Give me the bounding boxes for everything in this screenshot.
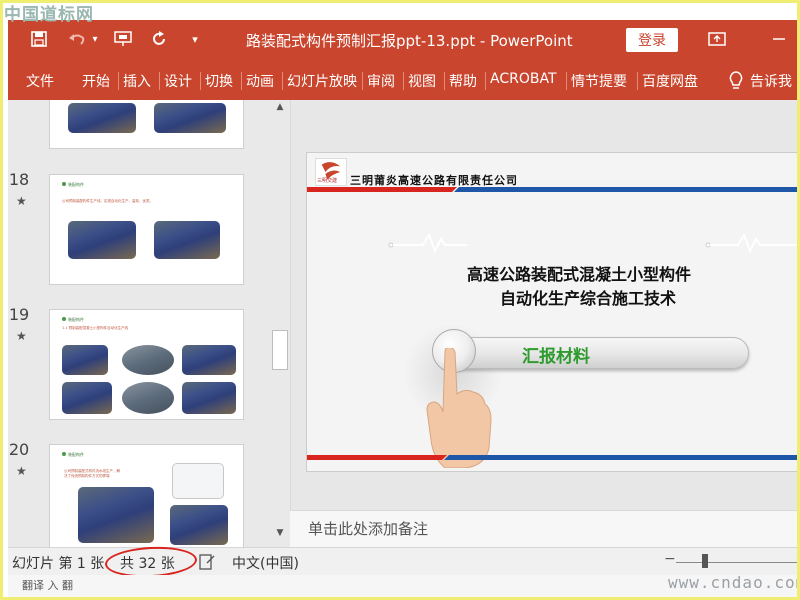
hand-icon: [426, 348, 492, 468]
thumbnail-photo: [170, 505, 228, 545]
scrollbar-thumb[interactable]: [272, 330, 288, 370]
thumbnail-photo: [62, 382, 112, 414]
company-name: 三明莆炎高速公路有限责任公司: [350, 174, 518, 187]
current-slide[interactable]: 三明交建 三明莆炎高速公路有限责任公司 高速公路装配式混凝土小型构件 自动化生产…: [306, 152, 800, 472]
header-stripe: [307, 187, 799, 192]
thumbnail-photo: [78, 487, 154, 543]
logo-text: 三明交建: [317, 178, 338, 184]
tab-home[interactable]: 开始: [82, 71, 110, 91]
zoom-out-icon[interactable]: −: [664, 551, 676, 567]
thumbnail-photo: [62, 345, 108, 375]
zoom-slider-thumb[interactable]: [702, 554, 708, 568]
tab-acrobat[interactable]: ACROBAT: [490, 71, 557, 87]
notes-pane[interactable]: 单击此处添加备注: [290, 510, 800, 547]
tab-insert[interactable]: 插入: [123, 71, 151, 91]
tab-view[interactable]: 视图: [408, 71, 436, 91]
thumbnail-text: 1.1 预制装配混凝土小型构件自动化生产线: [62, 326, 129, 330]
slide-thumbnail-18[interactable]: 装配构件 公司预制装配构件生产线，实现自动化生产，高效、优质。: [49, 174, 244, 285]
undo-dropdown-icon[interactable]: ▾: [84, 28, 106, 50]
zoom-slider[interactable]: [676, 562, 798, 563]
thumbnail-photo: [182, 382, 236, 414]
watermark-bottom: www.cndao.com: [668, 573, 800, 592]
slide-thumbnail-17[interactable]: [49, 100, 244, 149]
thumbnail-photo: [68, 221, 136, 259]
thumbnail-photo: [68, 103, 136, 133]
thumbnail-header: 装配构件: [68, 317, 84, 322]
ribbon-display-options-icon[interactable]: [706, 28, 728, 50]
thumbnail-diagram: [172, 463, 224, 499]
animation-star-icon: ★: [16, 464, 27, 478]
tab-help[interactable]: 帮助: [449, 71, 477, 91]
thumbnail-header: 装配构件: [68, 182, 84, 187]
title-bar: ▾ ▾ 路装配式构件预制汇报ppt-13.ppt - PowerPoint 登录: [8, 20, 800, 60]
footer-stripe: [307, 455, 799, 460]
thumbnail-photo: [154, 221, 220, 259]
language-indicator[interactable]: 中文(中国): [232, 553, 299, 573]
tab-storyboard[interactable]: 情节提要: [571, 71, 627, 91]
slide-title-line2: 自动化生产综合施工技术: [500, 289, 677, 308]
heartbeat-line-left: [388, 232, 467, 253]
document-title: 路装配式构件预制汇报ppt-13.ppt - PowerPoint: [246, 32, 573, 50]
bottom-fragment-text: 翻译 入 翻: [22, 579, 73, 592]
customize-qat-icon[interactable]: ▾: [184, 28, 206, 50]
slide-thumbnails-pane[interactable]: 18 ★ 装配构件 公司预制装配构件生产线，实现自动化生产，高效、优质。 19 …: [8, 100, 270, 547]
scroll-down-arrow-icon[interactable]: ▼: [270, 528, 290, 544]
thumbnail-text: 公司预制装配式构件流水线生产，解决了传统预制构件方式的弊端: [64, 469, 120, 478]
thumbnails-scrollbar[interactable]: ▲ ▼: [270, 100, 290, 547]
ribbon-tabs: 文件 开始 插入 设计 切换 动画 幻灯片放映 审阅 视图 帮助 ACROBAT…: [8, 60, 800, 100]
report-label: 汇报材料: [522, 347, 590, 367]
tab-transitions[interactable]: 切换: [205, 71, 233, 91]
thumbnail-header: 装配构件: [68, 452, 84, 457]
animation-star-icon: ★: [16, 329, 27, 343]
login-button[interactable]: 登录: [626, 28, 678, 52]
tab-animations[interactable]: 动画: [246, 71, 274, 91]
slide-counter: 幻灯片 第 1 张: [12, 556, 105, 572]
spell-check-icon[interactable]: [198, 553, 216, 571]
slide-thumbnail-20[interactable]: 装配构件 公司预制装配式构件流水线生产，解决了传统预制构件方式的弊端: [49, 444, 244, 547]
thumbnail-photo: [182, 345, 236, 375]
tab-slideshow[interactable]: 幻灯片放映: [287, 71, 357, 91]
slide-number: 18: [8, 170, 30, 189]
tab-file[interactable]: 文件: [26, 71, 54, 91]
minimize-icon[interactable]: [768, 28, 790, 50]
animation-star-icon: ★: [16, 194, 27, 208]
thumbnail-photo: [122, 382, 174, 414]
heartbeat-line-right: [705, 232, 799, 253]
thumbnail-photo: [154, 103, 226, 133]
lightbulb-icon: [729, 71, 743, 89]
slide-title-line1: 高速公路装配式混凝土小型构件: [467, 265, 692, 284]
scroll-up-arrow-icon[interactable]: ▲: [270, 102, 290, 118]
tab-review[interactable]: 审阅: [367, 71, 395, 91]
tell-me-search[interactable]: 告诉我: [750, 71, 792, 91]
tab-design[interactable]: 设计: [164, 71, 192, 91]
slide-number: 19: [8, 305, 30, 324]
thumbnail-photo: [122, 345, 174, 375]
tab-baidu-netdisk[interactable]: 百度网盘: [642, 71, 698, 91]
slide-thumbnail-19[interactable]: 装配构件 1.1 预制装配混凝土小型构件自动化生产线: [49, 309, 244, 420]
save-icon[interactable]: [28, 28, 50, 50]
notes-placeholder[interactable]: 单击此处添加备注: [308, 518, 428, 539]
present-from-start-icon[interactable]: [112, 28, 134, 50]
redo-icon[interactable]: [148, 28, 170, 50]
thumbnail-text: 公司预制装配构件生产线，实现自动化生产，高效、优质。: [62, 199, 153, 203]
slide-number: 20: [8, 440, 30, 459]
watermark-top: 中国道标网: [4, 5, 94, 25]
